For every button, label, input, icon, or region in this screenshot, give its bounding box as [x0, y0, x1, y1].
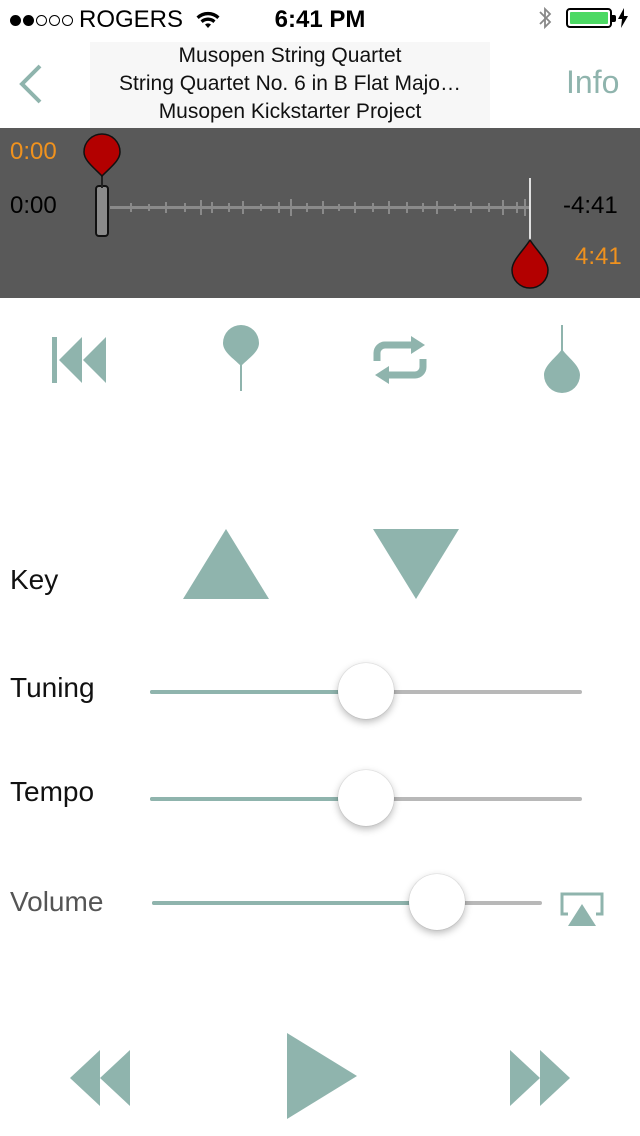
key-label: Key [10, 564, 59, 595]
tuning-slider-fill [150, 690, 366, 694]
fast-forward-button[interactable] [508, 1048, 572, 1108]
loop-end-line [529, 178, 531, 244]
tuning-label: Tuning [10, 672, 95, 703]
remaining-time: -4:41 [563, 192, 618, 219]
volume-label: Volume [10, 886, 104, 917]
charging-icon [618, 8, 628, 28]
play-icon [287, 1033, 357, 1119]
set-end-marker-button[interactable] [527, 325, 597, 395]
info-button[interactable]: Info [566, 64, 619, 101]
set-start-marker-button[interactable] [206, 325, 276, 395]
play-button[interactable] [286, 1032, 358, 1120]
back-button[interactable] [14, 62, 54, 112]
tempo-slider-fill [150, 797, 366, 801]
current-time: 0:00 [10, 192, 57, 219]
set-end-marker-icon [544, 325, 580, 393]
rewind-icon [70, 1050, 130, 1106]
rewind-button[interactable] [68, 1048, 132, 1108]
loop-start-marker-icon[interactable] [82, 132, 122, 188]
tempo-label: Tempo [10, 776, 95, 807]
fast-forward-icon [510, 1050, 570, 1106]
volume-slider-fill [152, 901, 437, 905]
status-bar: ROGERS 6:41 PM [0, 0, 640, 40]
skip-to-start-icon [52, 337, 106, 383]
airplay-icon[interactable] [558, 890, 606, 930]
key-down-button[interactable] [372, 528, 460, 600]
loop-start-time: 0:00 [10, 138, 57, 165]
loop-button[interactable] [365, 325, 435, 395]
waveform [110, 199, 530, 216]
skip-to-start-button[interactable] [46, 325, 116, 395]
tempo-slider[interactable] [150, 770, 582, 826]
status-right [538, 6, 628, 30]
bluetooth-icon [539, 6, 552, 30]
tuning-slider-thumb[interactable] [338, 663, 394, 719]
album-name: Musopen Kickstarter Project [158, 100, 422, 123]
track-title: String Quartet No. 6 in B Flat Majo… [119, 72, 461, 95]
loop-end-marker-icon[interactable] [510, 238, 550, 290]
key-up-button[interactable] [182, 528, 270, 600]
chevron-left-icon [19, 64, 42, 104]
tuning-slider[interactable] [150, 663, 582, 719]
set-start-marker-icon [223, 325, 259, 391]
loop-end-time: 4:41 [575, 243, 622, 270]
battery-icon [566, 8, 616, 28]
artist-name: Musopen String Quartet [178, 44, 402, 67]
playhead-handle[interactable] [95, 185, 109, 237]
volume-slider-thumb[interactable] [408, 874, 465, 930]
tempo-slider-thumb[interactable] [338, 770, 394, 826]
loop-icon [373, 336, 427, 384]
volume-slider[interactable] [152, 874, 542, 930]
